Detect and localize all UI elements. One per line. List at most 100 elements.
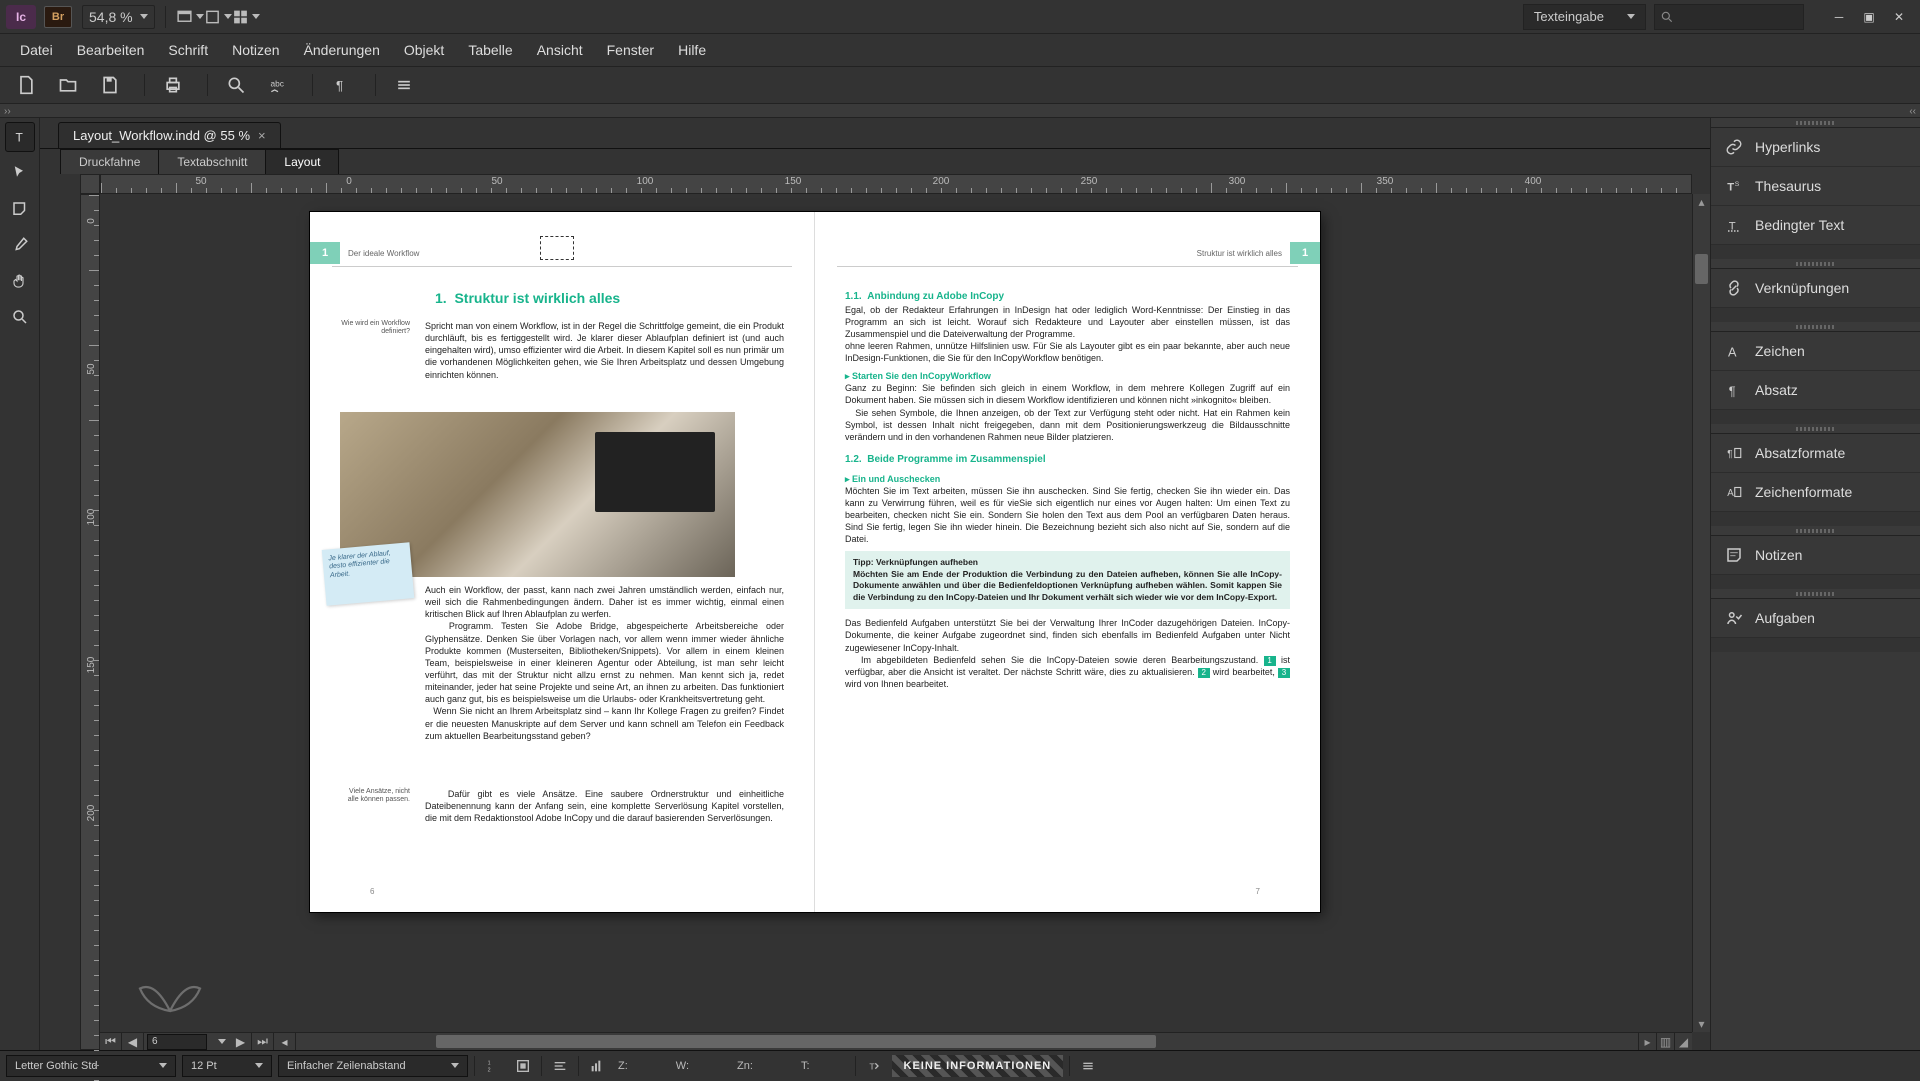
- body-text: Dafür gibt es viele Ansätze. Eine sauber…: [425, 788, 784, 824]
- arrange-button[interactable]: [232, 5, 260, 29]
- page-right[interactable]: 1Struktur ist wirklich alles 1.1. Anbind…: [815, 212, 1320, 912]
- menu-schrift[interactable]: Schrift: [156, 36, 220, 64]
- tab-druckfahne[interactable]: Druckfahne: [60, 149, 159, 174]
- menu-datei[interactable]: Datei: [8, 36, 65, 64]
- close-button[interactable]: ✕: [1884, 5, 1914, 29]
- scrollbar-thumb[interactable]: [1695, 254, 1708, 284]
- body-text: Auch ein Workflow, der passt, kann nach …: [425, 584, 784, 742]
- scrollbar-thumb[interactable]: [436, 1035, 1156, 1048]
- panel-label: Absatzformate: [1755, 445, 1845, 461]
- workspace-selector[interactable]: Texteingabe: [1523, 4, 1646, 30]
- page-dropdown[interactable]: [210, 1039, 230, 1044]
- menu-objekt[interactable]: Objekt: [392, 36, 456, 64]
- print-button[interactable]: [155, 70, 191, 100]
- svg-text:A: A: [1727, 488, 1734, 499]
- panel-collapse-bar[interactable]: ›› ‹‹: [0, 104, 1920, 118]
- panel-grip[interactable]: [1711, 259, 1920, 269]
- bridge-button[interactable]: Br: [44, 6, 72, 28]
- prev-page-button[interactable]: ◀: [122, 1033, 144, 1050]
- document-tab[interactable]: Layout_Workflow.indd @ 55 % ×: [58, 122, 281, 148]
- scroll-left-button[interactable]: ◂: [274, 1033, 296, 1050]
- panel-conditional[interactable]: TBedingter Text: [1711, 206, 1920, 245]
- stats-icon: [585, 1055, 609, 1077]
- panel-grip[interactable]: [1711, 322, 1920, 332]
- page-left[interactable]: 1Der ideale Workflow 1. Struktur ist wir…: [310, 212, 815, 912]
- minimize-button[interactable]: ─: [1824, 5, 1854, 29]
- maximize-button[interactable]: ▣: [1854, 5, 1884, 29]
- tool-strip: T: [0, 118, 40, 1050]
- first-page-button[interactable]: ⏮: [100, 1033, 122, 1050]
- panel-parastyles[interactable]: ¶Absatzformate: [1711, 434, 1920, 473]
- last-page-button[interactable]: ⏭: [252, 1033, 274, 1050]
- find-button[interactable]: [218, 70, 254, 100]
- svg-text:¶: ¶: [336, 78, 343, 93]
- leading-field[interactable]: Einfacher Zeilenabstand: [278, 1055, 468, 1077]
- fit-icon[interactable]: [511, 1055, 535, 1077]
- next-page-button[interactable]: ▶: [230, 1033, 252, 1050]
- panel-paragraph[interactable]: ¶Absatz: [1711, 371, 1920, 410]
- search-box[interactable]: [1654, 4, 1804, 30]
- panel-assignments[interactable]: Aufgaben: [1711, 599, 1920, 638]
- menu-aenderungen[interactable]: Änderungen: [292, 36, 392, 64]
- scroll-right-button[interactable]: ▸: [1638, 1033, 1656, 1050]
- panel-grip[interactable]: [1711, 118, 1920, 128]
- panel-notes[interactable]: Notizen: [1711, 536, 1920, 575]
- eyedropper-tool[interactable]: [5, 230, 35, 260]
- menu-notizen[interactable]: Notizen: [220, 36, 291, 64]
- panel-links[interactable]: Verknüpfungen: [1711, 269, 1920, 308]
- panel-label: Zeichenformate: [1755, 484, 1852, 500]
- scroll-down-icon[interactable]: ▾: [1693, 1016, 1710, 1032]
- panel-grip[interactable]: [1711, 424, 1920, 434]
- view-options-button[interactable]: [176, 5, 204, 29]
- note-tool[interactable]: [5, 194, 35, 224]
- menubar: Datei Bearbeiten Schrift Notizen Änderun…: [0, 34, 1920, 66]
- app-icon: Ic: [6, 5, 36, 29]
- vertical-scrollbar[interactable]: ▴ ▾: [1692, 194, 1710, 1032]
- horizontal-ruler[interactable]: 50050100150200250300350400: [100, 174, 1692, 194]
- panel-thesaurus[interactable]: TSThesaurus: [1711, 167, 1920, 206]
- align-icon[interactable]: [548, 1055, 572, 1077]
- zoom-level-dropdown[interactable]: 54,8 %: [82, 5, 155, 29]
- panel-grip[interactable]: [1711, 526, 1920, 536]
- panel-grip[interactable]: [1711, 589, 1920, 599]
- menu-lines-icon[interactable]: [1076, 1055, 1100, 1077]
- split-view-button[interactable]: ▥: [1656, 1033, 1674, 1050]
- chevron-left-icon: ‹‹: [1909, 106, 1916, 117]
- canvas[interactable]: 1Der ideale Workflow 1. Struktur ist wir…: [100, 194, 1692, 1032]
- panel-charstyles[interactable]: A Zeichenformate: [1711, 473, 1920, 512]
- panel-character[interactable]: AZeichen: [1711, 332, 1920, 371]
- tab-textabschnitt[interactable]: Textabschnitt: [158, 149, 266, 174]
- menu-hilfe[interactable]: Hilfe: [666, 36, 718, 64]
- page-number-field[interactable]: 6: [147, 1034, 207, 1050]
- menu-ansicht[interactable]: Ansicht: [525, 36, 595, 64]
- position-tool[interactable]: [5, 158, 35, 188]
- tab-layout[interactable]: Layout: [265, 149, 339, 174]
- resize-grip-icon[interactable]: ◢: [1674, 1033, 1692, 1050]
- view-tabs: Druckfahne Textabschnitt Layout: [40, 148, 1710, 174]
- save-button[interactable]: [92, 70, 128, 100]
- ruler-origin[interactable]: [80, 174, 100, 194]
- screen-mode-button[interactable]: [204, 5, 232, 29]
- hand-tool[interactable]: [5, 266, 35, 296]
- panel-hyperlinks[interactable]: Hyperlinks: [1711, 128, 1920, 167]
- zoom-tool[interactable]: [5, 302, 35, 332]
- font-family-field[interactable]: Letter Gothic Std: [6, 1055, 176, 1077]
- new-button[interactable]: [8, 70, 44, 100]
- svg-text:2: 2: [488, 1067, 491, 1073]
- hidden-chars-button[interactable]: ¶: [323, 70, 359, 100]
- menu-bearbeiten[interactable]: Bearbeiten: [65, 36, 157, 64]
- text-cursor-frame: [540, 236, 574, 260]
- menu-lines-button[interactable]: [386, 70, 422, 100]
- type-tool[interactable]: T: [5, 122, 35, 152]
- spellcheck-button[interactable]: abc: [260, 70, 296, 100]
- open-button[interactable]: [50, 70, 86, 100]
- svg-text:A: A: [1728, 344, 1737, 359]
- page-folio: 7: [1256, 887, 1260, 896]
- menu-fenster[interactable]: Fenster: [595, 36, 666, 64]
- menu-tabelle[interactable]: Tabelle: [456, 36, 524, 64]
- vertical-ruler[interactable]: 050100150200: [80, 194, 100, 1050]
- close-tab-icon[interactable]: ×: [258, 128, 266, 143]
- page-spread: 1Der ideale Workflow 1. Struktur ist wir…: [310, 212, 1320, 912]
- scroll-up-icon[interactable]: ▴: [1693, 194, 1710, 210]
- font-size-field[interactable]: 12 Pt: [182, 1055, 272, 1077]
